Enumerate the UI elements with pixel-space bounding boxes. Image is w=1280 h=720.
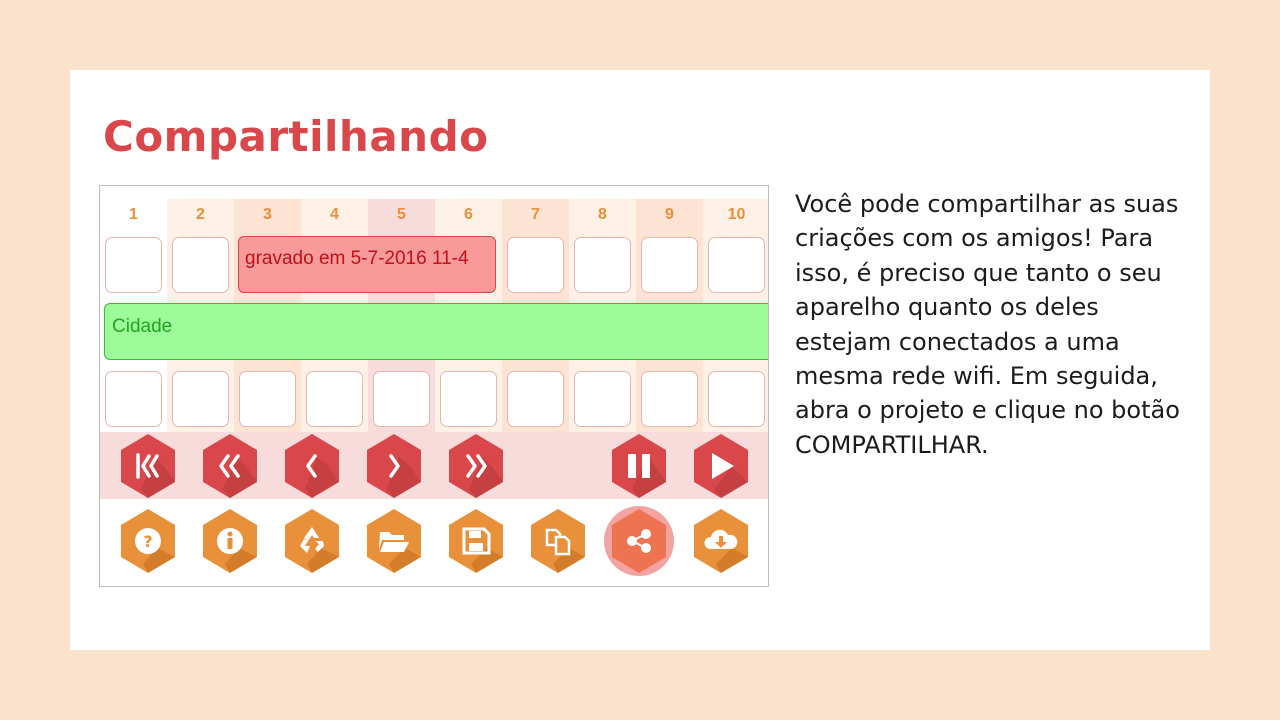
skip-to-start-icon xyxy=(121,434,175,498)
track-slot[interactable] xyxy=(105,237,162,293)
paragraph-line: isso, é preciso que tanto o seu xyxy=(795,258,1162,287)
recycle-icon xyxy=(285,509,339,573)
step-back-icon xyxy=(285,434,339,498)
description-paragraph: Você pode compartilhar as suas criações … xyxy=(795,187,1195,462)
pause-button[interactable] xyxy=(610,433,668,499)
fast-forward-button[interactable] xyxy=(447,433,505,499)
rewind-button[interactable] xyxy=(201,433,259,499)
paragraph-line: estejam conectados a uma xyxy=(795,327,1120,356)
column-number[interactable]: 2 xyxy=(167,199,234,231)
track-slot[interactable] xyxy=(172,371,229,427)
track-slot[interactable] xyxy=(641,371,698,427)
save-icon xyxy=(449,509,503,573)
cloud-download-button[interactable] xyxy=(692,508,750,574)
help-icon: ? xyxy=(121,509,175,573)
step-forward-icon xyxy=(367,434,421,498)
pause-icon xyxy=(612,434,666,498)
track-slot[interactable] xyxy=(574,237,631,293)
save-button[interactable] xyxy=(447,508,505,574)
track-slot[interactable] xyxy=(440,371,497,427)
track-slot[interactable] xyxy=(306,371,363,427)
column-number[interactable]: 10 xyxy=(703,199,768,231)
paragraph-line: criações com os amigos! Para xyxy=(795,224,1154,253)
column-number[interactable]: 5 xyxy=(368,199,435,231)
track-slot[interactable] xyxy=(574,371,631,427)
column-number[interactable]: 1 xyxy=(100,199,167,231)
column-number[interactable]: 3 xyxy=(234,199,301,231)
svg-text:?: ? xyxy=(143,532,152,551)
track-slot[interactable] xyxy=(239,371,296,427)
track-slot[interactable] xyxy=(641,237,698,293)
track-slot[interactable] xyxy=(172,237,229,293)
track-slot[interactable] xyxy=(507,371,564,427)
open-folder-icon xyxy=(367,509,421,573)
skip-to-start-button[interactable] xyxy=(119,433,177,499)
share-button[interactable] xyxy=(610,508,668,574)
paragraph-line: Você pode compartilhar as suas xyxy=(795,190,1179,218)
paragraph-line: abra o projeto e clique no botão xyxy=(795,396,1180,425)
column-number[interactable]: 7 xyxy=(502,199,569,231)
open-folder-button[interactable] xyxy=(365,508,423,574)
track-slot[interactable] xyxy=(507,237,564,293)
column-number[interactable]: 4 xyxy=(301,199,368,231)
track-slot[interactable] xyxy=(708,237,765,293)
copy-button[interactable] xyxy=(529,508,587,574)
scene-clip-block[interactable]: Cidade xyxy=(104,303,768,360)
play-button[interactable] xyxy=(692,433,750,499)
step-forward-button[interactable] xyxy=(365,433,423,499)
info-icon xyxy=(203,509,257,573)
step-back-button[interactable] xyxy=(283,433,341,499)
copy-icon xyxy=(531,509,585,573)
track-slot[interactable] xyxy=(105,371,162,427)
play-icon xyxy=(694,434,748,498)
track-slot[interactable] xyxy=(373,371,430,427)
share-icon xyxy=(612,509,666,573)
app-screenshot: 1 2 3 4 5 6 7 8 9 10 gravado em 5-7-2016… xyxy=(99,185,769,587)
recycle-button[interactable] xyxy=(283,508,341,574)
help-button[interactable]: ? xyxy=(119,508,177,574)
paragraph-line: mesma rede wifi. Em seguida, xyxy=(795,362,1158,391)
track-slot[interactable] xyxy=(708,371,765,427)
paragraph-line: COMPARTILHAR. xyxy=(795,430,989,459)
fast-forward-icon xyxy=(449,434,503,498)
slide-title: Compartilhando xyxy=(103,112,489,161)
column-number[interactable]: 9 xyxy=(636,199,703,231)
cloud-download-icon xyxy=(694,509,748,573)
info-button[interactable] xyxy=(201,508,259,574)
recorded-clip-block[interactable]: gravado em 5-7-2016 11-4 xyxy=(238,236,496,293)
column-number[interactable]: 6 xyxy=(435,199,502,231)
paragraph-line: aparelho quanto os deles xyxy=(795,293,1099,322)
column-number[interactable]: 8 xyxy=(569,199,636,231)
rewind-icon xyxy=(203,434,257,498)
